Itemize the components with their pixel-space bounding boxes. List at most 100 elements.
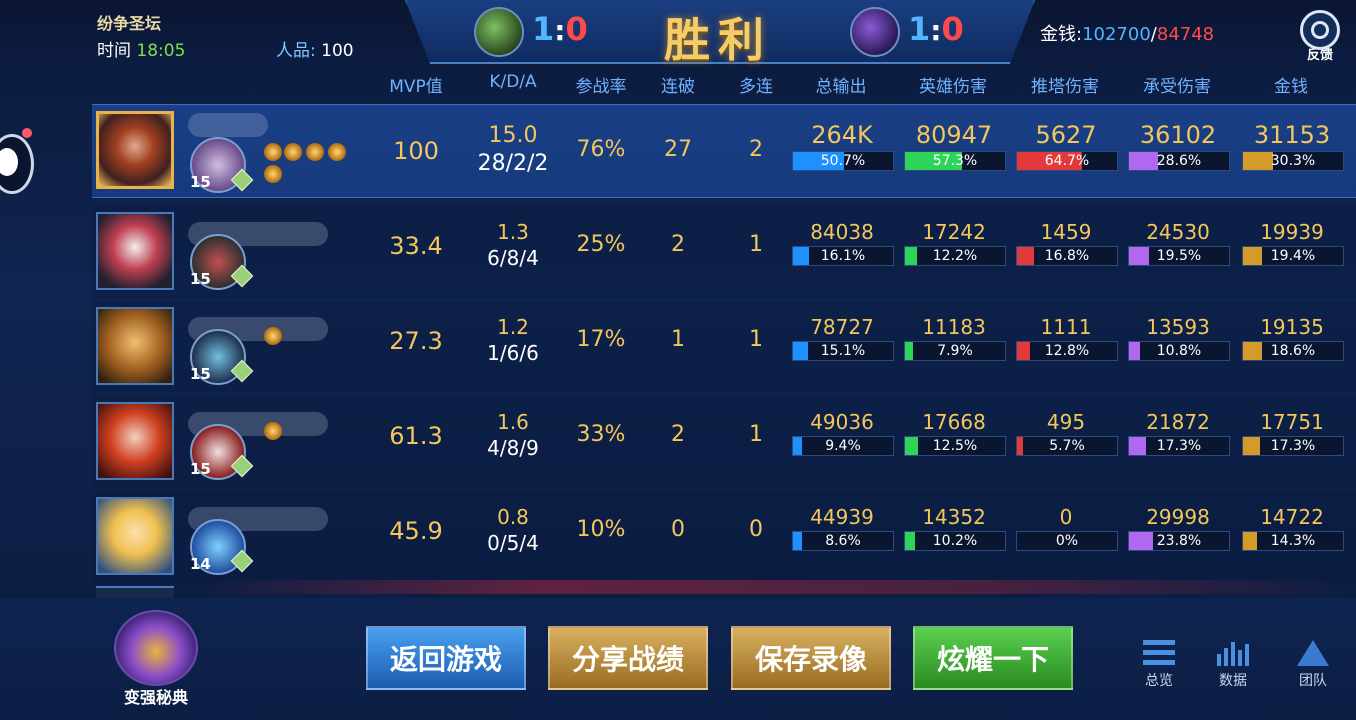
stat-pct: 30.3%: [1270, 153, 1316, 169]
player-row[interactable]: 15 27.3 1.2 1/6/6 17% 1 1 78727 15.1% 11183 7.9% 11…: [92, 301, 1356, 393]
stat-value: 84038: [810, 220, 874, 244]
stat-pct: 16.8%: [1044, 248, 1090, 264]
stat-value: 19135: [1260, 315, 1324, 339]
guide-button[interactable]: 变强秘典: [110, 610, 202, 710]
multikill-value: 2: [749, 137, 763, 162]
stat-pct: 28.6%: [1156, 153, 1202, 169]
player-row[interactable]: 15 61.3 1.6 4/8/9 33% 2 1 49036 9.4% 17668 12.5% 49…: [92, 396, 1356, 488]
rep-label: 人品:: [276, 41, 316, 61]
kda-value: 1/6/6: [487, 341, 539, 365]
stat-value: 80947: [915, 121, 993, 149]
stat-value: 17668: [922, 410, 986, 434]
stat-pct: 17.3%: [1270, 438, 1316, 454]
player-level: 15: [190, 270, 211, 288]
bar-chart-icon: [1217, 640, 1249, 666]
stat-value: 17751: [1260, 410, 1324, 434]
kda-value: 0/5/4: [487, 531, 539, 555]
player-row[interactable]: 15 33.4 1.3 6/8/4 25% 2 1 84038 16.1% 17242 12.2% 1…: [92, 206, 1356, 298]
mvp-value: 33.4: [389, 232, 443, 260]
stat-value: 36102: [1139, 121, 1217, 149]
stat-value: 29998: [1146, 505, 1210, 529]
stat-pct: 12.5%: [932, 438, 978, 454]
stat-value: 1111: [1040, 315, 1092, 339]
money-red: 84748: [1156, 24, 1215, 45]
stat-value: 264K: [811, 121, 873, 149]
hero-portrait[interactable]: [96, 497, 174, 575]
money-blue: 102700: [1082, 24, 1151, 45]
player-row[interactable]: 14 45.9 0.8 0/5/4 10% 0 0 44939 8.6% 14352 10.2% 0 0…: [92, 491, 1356, 583]
stat-bar: 16.1%: [792, 246, 894, 266]
feedback-button[interactable]: 反馈: [1297, 10, 1343, 63]
right-team-dragon-icon: [850, 7, 900, 57]
nav-overview-label: 总览: [1145, 673, 1173, 689]
kda-value: 4/8/9: [487, 436, 539, 460]
score-colon: :: [930, 14, 942, 47]
right-score-a: 1: [908, 10, 931, 48]
stat-value: 5627: [1035, 121, 1097, 149]
player-level: 15: [190, 173, 211, 191]
kda-score: 0.8: [497, 505, 529, 529]
stat-bar: 19.4%: [1242, 246, 1344, 266]
stat-value: 13593: [1146, 315, 1210, 339]
right-score: 1:0: [908, 10, 964, 48]
money-label: 金钱:: [1040, 24, 1083, 45]
stat-bar: 50.7%: [792, 151, 894, 171]
save-replay-button[interactable]: 保存录像: [731, 626, 891, 690]
show-off-button[interactable]: 炫耀一下: [913, 626, 1073, 690]
left-team-dragon-icon: [474, 7, 524, 57]
stat-bar: 7.9%: [904, 341, 1006, 361]
stat-bar: 14.3%: [1242, 531, 1344, 551]
hero-portrait[interactable]: [96, 402, 174, 480]
stat-pct: 12.2%: [932, 248, 978, 264]
stat-bar: 12.8%: [1016, 341, 1118, 361]
nav-overview[interactable]: 总览: [1134, 640, 1184, 700]
stat-bar: 18.6%: [1242, 341, 1344, 361]
stat-value: 17242: [922, 220, 986, 244]
kda-score: 15.0: [488, 123, 538, 148]
stat-bar: 10.8%: [1128, 341, 1230, 361]
nav-data-label: 数据: [1219, 673, 1247, 689]
stat-bar: 23.8%: [1128, 531, 1230, 551]
player-row[interactable]: 15 100 15.0 28/2/2 76% 27 2 264K 50.7% 80947 57.3%…: [92, 104, 1356, 198]
nav-data[interactable]: 数据: [1208, 640, 1258, 700]
right-score-b: 0: [941, 10, 964, 48]
stat-value: 44939: [810, 505, 874, 529]
stat-bar: 17.3%: [1128, 436, 1230, 456]
stat-bar: 12.5%: [904, 436, 1006, 456]
kda-value: 6/8/4: [487, 246, 539, 270]
nav-team[interactable]: 团队: [1288, 640, 1338, 700]
stat-bar: 28.6%: [1128, 151, 1230, 171]
medal-icon: [284, 143, 302, 161]
mvp-value: 45.9: [389, 517, 443, 545]
multikill-value: 1: [749, 327, 763, 352]
stat-bar: 5.7%: [1016, 436, 1118, 456]
stat-pct: 50.7%: [820, 153, 866, 169]
stat-bar: 64.7%: [1016, 151, 1118, 171]
medal-icon: [264, 165, 282, 183]
stat-pct: 12.8%: [1044, 343, 1090, 359]
medal-icon: [306, 143, 324, 161]
flag-icon: [1297, 640, 1329, 666]
game-mode: 纷争圣坛: [97, 14, 162, 33]
stat-value: 31153: [1253, 121, 1331, 149]
stat-bar: 9.4%: [792, 436, 894, 456]
hero-portrait[interactable]: [96, 307, 174, 385]
stat-pct: 17.3%: [1156, 438, 1202, 454]
rep-value: 100: [321, 41, 354, 61]
share-record-button[interactable]: 分享战绩: [548, 626, 708, 690]
hero-portrait[interactable]: [96, 212, 174, 290]
victory-title: 胜利: [664, 13, 772, 67]
stat-pct: 7.9%: [937, 343, 973, 359]
col-tower-dmg: 推塔伤害: [1031, 77, 1099, 97]
col-mvp: MVP值: [389, 77, 443, 97]
kda-score: 1.6: [497, 410, 529, 434]
mvp-value: 27.3: [389, 327, 443, 355]
return-game-button[interactable]: 返回游戏: [366, 626, 526, 690]
stat-value: 14352: [922, 505, 986, 529]
stat-bar: 19.5%: [1128, 246, 1230, 266]
left-score: 1:0: [532, 10, 588, 48]
medal-icon: [264, 327, 282, 345]
hero-portrait[interactable]: [96, 111, 174, 189]
medal-icon: [328, 143, 346, 161]
team-money: 金钱:102700/84748: [1040, 20, 1214, 46]
